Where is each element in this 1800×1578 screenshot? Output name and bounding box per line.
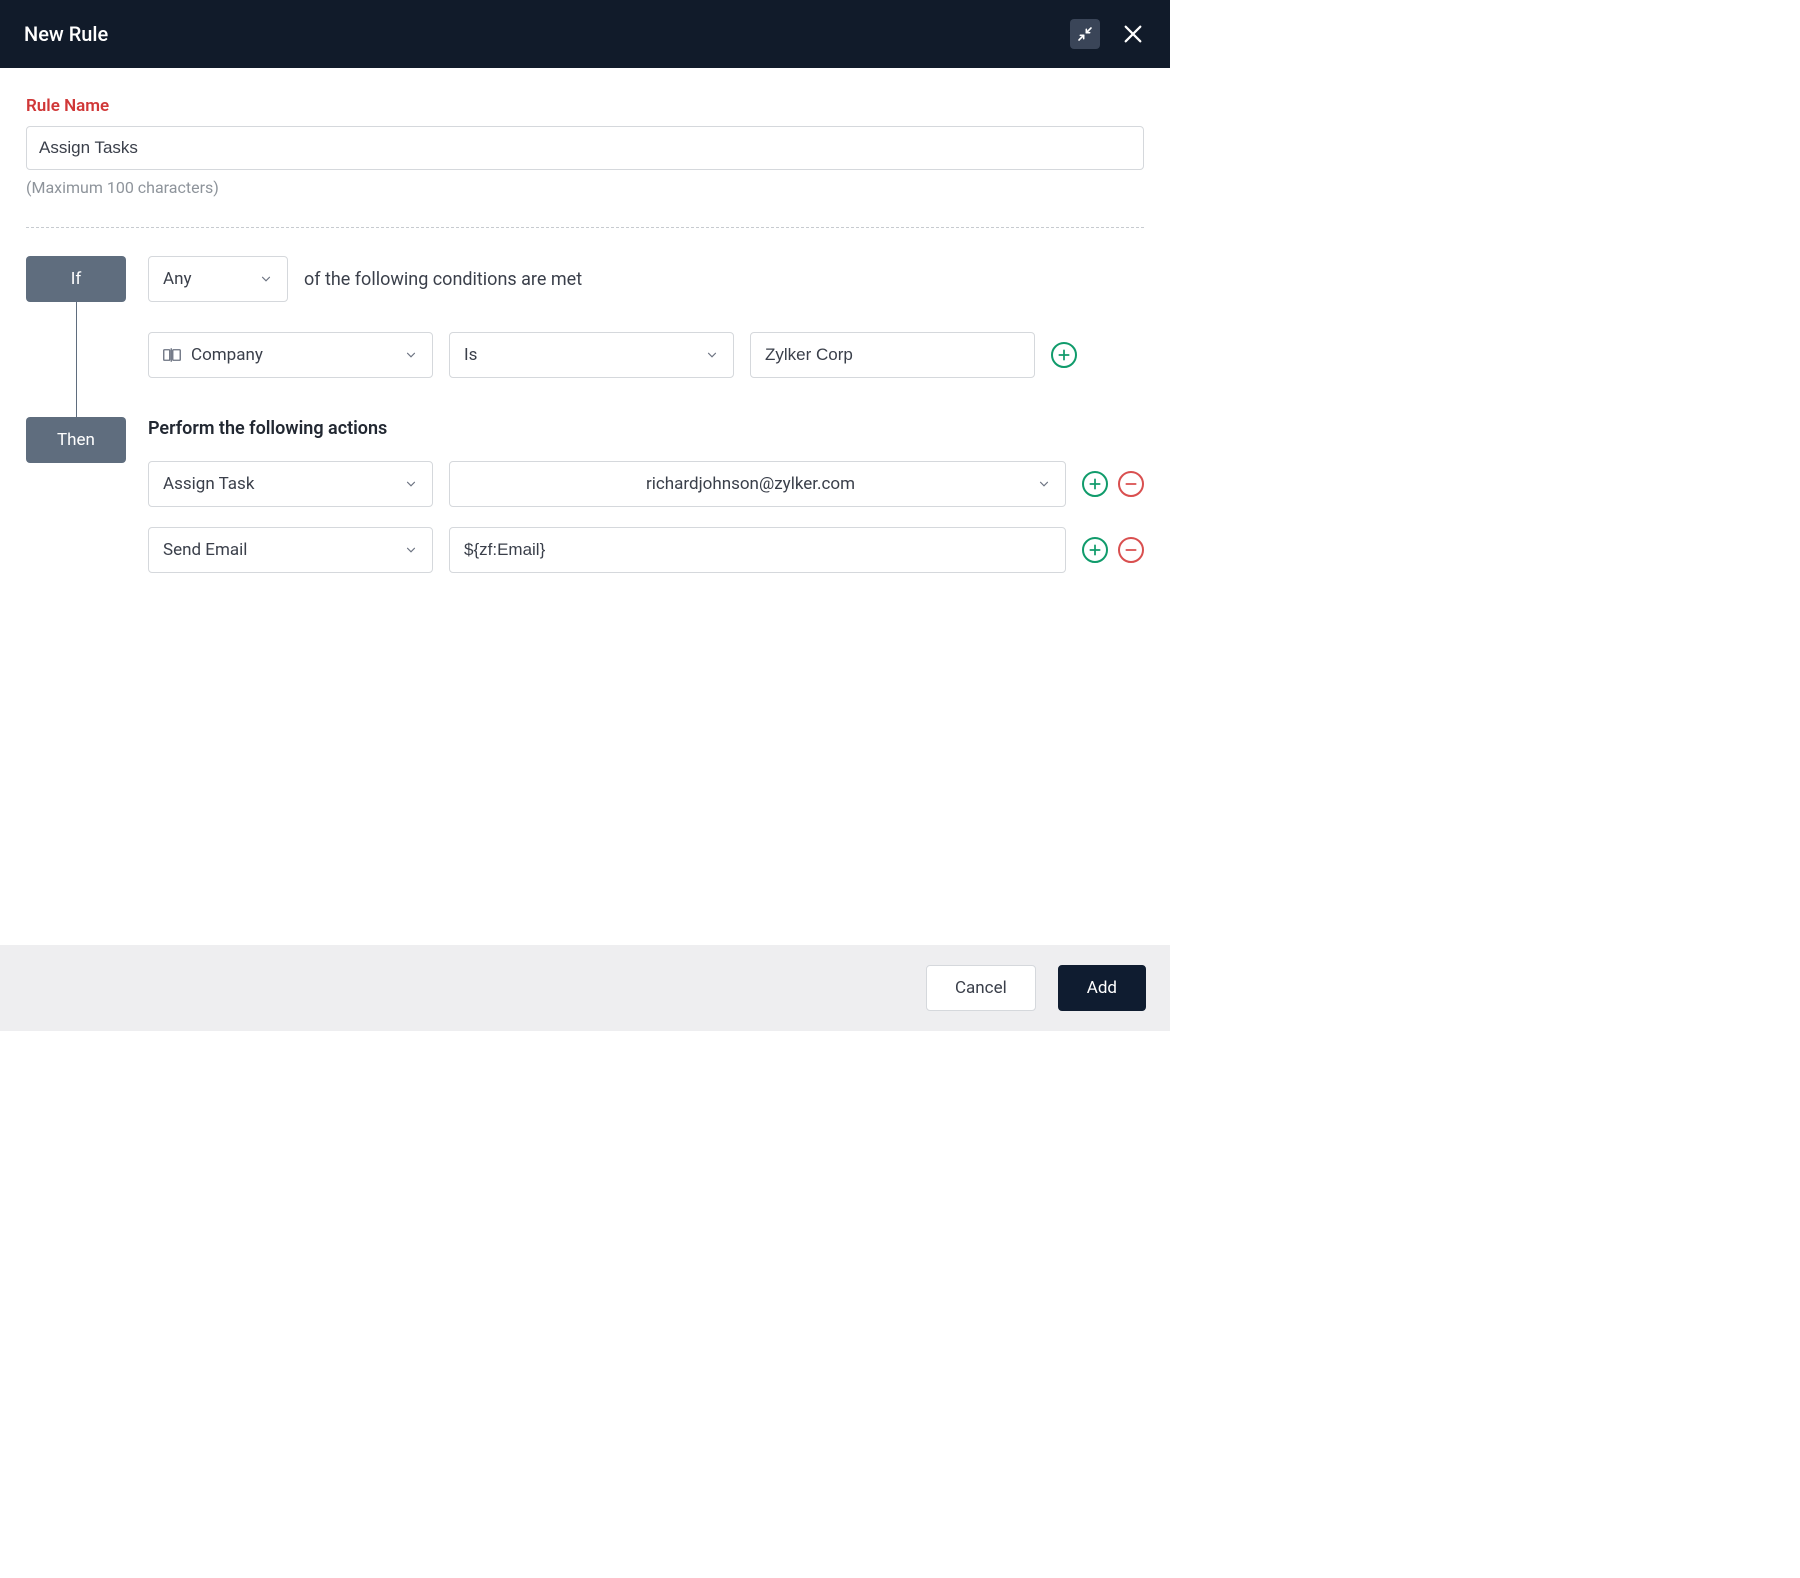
text-field-icon xyxy=(163,348,181,362)
dialog-header: New Rule xyxy=(0,0,1170,68)
add-button[interactable]: Add xyxy=(1058,965,1146,1011)
condition-field-value: Company xyxy=(191,345,263,365)
condition-match-suffix: of the following conditions are met xyxy=(304,269,582,290)
chevron-down-icon xyxy=(705,348,719,362)
add-condition-button[interactable] xyxy=(1051,342,1077,368)
cancel-button[interactable]: Cancel xyxy=(926,965,1036,1011)
close-icon xyxy=(1122,23,1144,45)
condition-operator-value: Is xyxy=(464,345,477,365)
remove-action-button[interactable] xyxy=(1118,471,1144,497)
chevron-down-icon xyxy=(404,543,418,557)
condition-operator-select[interactable]: Is xyxy=(449,332,734,378)
rule-name-input[interactable] xyxy=(26,126,1144,170)
minimize-icon xyxy=(1077,26,1093,42)
chevron-down-icon xyxy=(404,348,418,362)
plus-icon xyxy=(1088,543,1102,557)
flow-connector-line xyxy=(76,302,77,417)
rule-name-label: Rule Name xyxy=(26,96,1144,116)
condition-match-value: Any xyxy=(163,269,192,289)
dialog-content: Rule Name (Maximum 100 characters) If Th… xyxy=(0,68,1170,593)
plus-icon xyxy=(1057,348,1071,362)
flow-tags-column: If Then xyxy=(26,256,126,593)
remove-action-button[interactable] xyxy=(1118,537,1144,563)
dialog-title: New Rule xyxy=(24,22,108,46)
minimize-button[interactable] xyxy=(1070,19,1100,49)
action-type-select[interactable]: Assign Task xyxy=(148,461,433,507)
condition-field-select[interactable]: Company xyxy=(148,332,433,378)
chevron-down-icon xyxy=(404,477,418,491)
rule-name-hint: (Maximum 100 characters) xyxy=(26,178,1144,197)
add-button-label: Add xyxy=(1087,978,1117,998)
add-action-button[interactable] xyxy=(1082,537,1108,563)
minus-icon xyxy=(1124,543,1138,557)
cancel-button-label: Cancel xyxy=(955,978,1007,998)
close-button[interactable] xyxy=(1120,21,1146,47)
add-action-button[interactable] xyxy=(1082,471,1108,497)
actions-section-title: Perform the following actions xyxy=(148,418,1144,439)
header-actions xyxy=(1070,19,1146,49)
section-divider xyxy=(26,227,1144,228)
action-type-value: Assign Task xyxy=(163,474,254,494)
condition-value-input[interactable] xyxy=(750,332,1035,378)
action-value: richardjohnson@zylker.com xyxy=(464,474,1037,494)
chevron-down-icon xyxy=(259,272,273,286)
plus-icon xyxy=(1088,477,1102,491)
action-value-input[interactable] xyxy=(449,527,1066,573)
if-tag: If xyxy=(26,256,126,302)
condition-match-select[interactable]: Any xyxy=(148,256,288,302)
then-tag: Then xyxy=(26,417,126,463)
action-type-value: Send Email xyxy=(163,540,247,560)
action-type-select[interactable]: Send Email xyxy=(148,527,433,573)
minus-icon xyxy=(1124,477,1138,491)
rule-body: Any of the following conditions are met xyxy=(126,256,1144,593)
action-value-select[interactable]: richardjohnson@zylker.com xyxy=(449,461,1066,507)
dialog-footer: Cancel Add xyxy=(0,945,1170,1031)
chevron-down-icon xyxy=(1037,477,1051,491)
